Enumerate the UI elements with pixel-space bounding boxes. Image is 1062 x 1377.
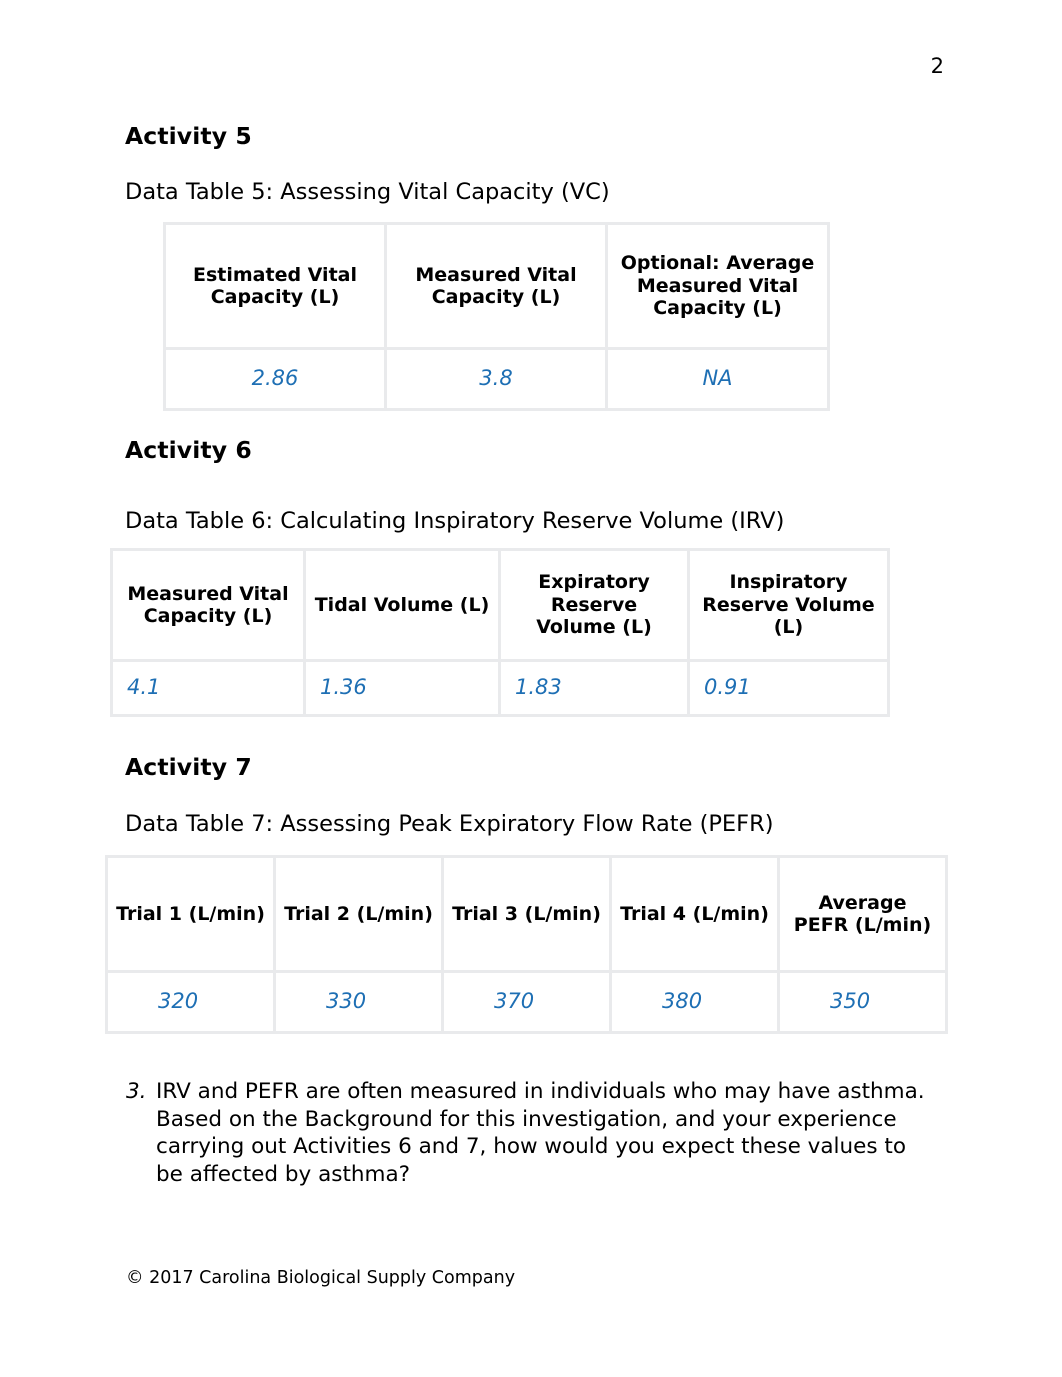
activity-5-heading: Activity 5 [125, 122, 252, 150]
table-header-row: Trial 1 (L/min) Trial 2 (L/min) Trial 3 … [108, 858, 945, 970]
page-number: 2 [930, 54, 944, 78]
table-header-row: Estimated Vital Capacity (L) Measured Vi… [166, 225, 827, 347]
table6-value-cell[interactable]: 4.1 [113, 662, 303, 714]
data-table-6-container: Measured Vital Capacity (L) Tidal Volume… [110, 548, 890, 717]
table5-value-cell[interactable]: NA [608, 350, 827, 408]
data-table-7-caption: Data Table 7: Assessing Peak Expiratory … [125, 811, 774, 837]
question-3: 3. IRV and PEFR are often measured in in… [126, 1078, 926, 1188]
data-table-6-caption: Data Table 6: Calculating Inspiratory Re… [125, 508, 785, 534]
table6-header-cell: Inspiratory Reserve Volume (L) [690, 551, 887, 659]
table5-header-cell: Estimated Vital Capacity (L) [166, 225, 384, 347]
table6-value-cell[interactable]: 1.36 [306, 662, 498, 714]
table7-value-cell[interactable]: 350 [780, 973, 945, 1031]
table-header-row: Measured Vital Capacity (L) Tidal Volume… [113, 551, 887, 659]
activity-7-heading: Activity 7 [125, 753, 252, 781]
table7-header-cell: Trial 1 (L/min) [108, 858, 273, 970]
table7-header-cell: Trial 4 (L/min) [612, 858, 777, 970]
table6-header-cell: Measured Vital Capacity (L) [113, 551, 303, 659]
table7-header-cell: Trial 3 (L/min) [444, 858, 609, 970]
table7-header-cell: Trial 2 (L/min) [276, 858, 441, 970]
table5-header-cell: Optional: Average Measured Vital Capacit… [608, 225, 827, 347]
data-table-6: Measured Vital Capacity (L) Tidal Volume… [110, 548, 890, 717]
question-text: IRV and PEFR are often measured in indiv… [156, 1079, 925, 1187]
table7-value-cell[interactable]: 380 [612, 973, 777, 1031]
data-table-5: Estimated Vital Capacity (L) Measured Vi… [163, 222, 830, 411]
activity-6-heading: Activity 6 [125, 436, 252, 464]
table-row: 2.86 3.8 NA [166, 350, 827, 408]
data-table-5-caption: Data Table 5: Assessing Vital Capacity (… [125, 179, 610, 205]
table6-value-cell[interactable]: 1.83 [501, 662, 687, 714]
table6-header-cell: Tidal Volume (L) [306, 551, 498, 659]
question-number: 3. [126, 1079, 147, 1104]
data-table-7: Trial 1 (L/min) Trial 2 (L/min) Trial 3 … [105, 855, 948, 1034]
table6-value-cell[interactable]: 0.91 [690, 662, 887, 714]
table-row: 320 330 370 380 350 [108, 973, 945, 1031]
table5-value-cell[interactable]: 2.86 [166, 350, 384, 408]
table7-value-cell[interactable]: 320 [108, 973, 273, 1031]
data-table-7-container: Trial 1 (L/min) Trial 2 (L/min) Trial 3 … [105, 855, 948, 1034]
table-row: 4.1 1.36 1.83 0.91 [113, 662, 887, 714]
data-table-5-container: Estimated Vital Capacity (L) Measured Vi… [163, 222, 830, 411]
footer-copyright: © 2017 Carolina Biological Supply Compan… [126, 1268, 516, 1288]
table7-header-cell: Average PEFR (L/min) [780, 858, 945, 970]
document-page: 2 Activity 5 Data Table 5: Assessing Vit… [0, 0, 1062, 1377]
table7-value-cell[interactable]: 330 [276, 973, 441, 1031]
table7-value-cell[interactable]: 370 [444, 973, 609, 1031]
table5-header-cell: Measured Vital Capacity (L) [387, 225, 605, 347]
table6-header-cell: Expiratory Reserve Volume (L) [501, 551, 687, 659]
table5-value-cell[interactable]: 3.8 [387, 350, 605, 408]
